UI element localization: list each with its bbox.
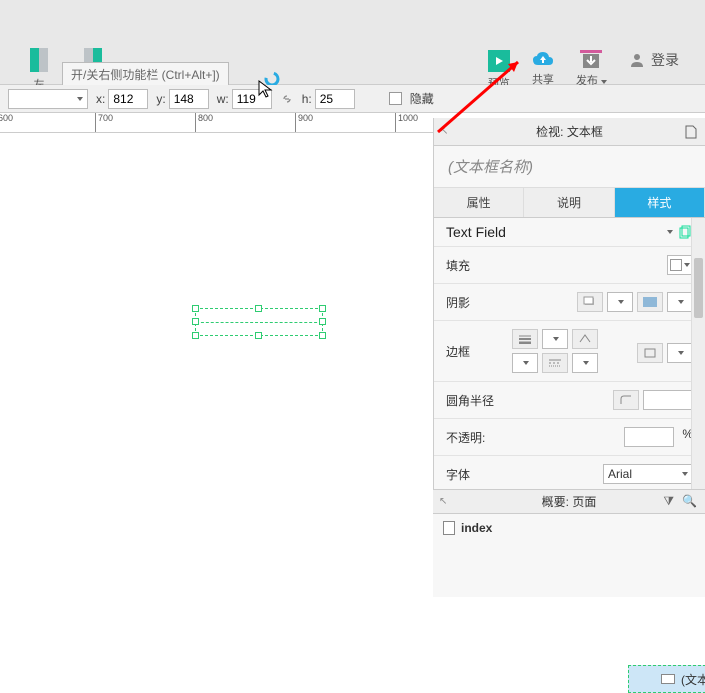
border-color-select[interactable] bbox=[512, 353, 538, 373]
border-color-button[interactable] bbox=[572, 329, 598, 349]
resize-handle[interactable] bbox=[319, 318, 326, 325]
border-style-select[interactable] bbox=[572, 353, 598, 373]
resize-handle[interactable] bbox=[255, 305, 262, 312]
hidden-checkbox[interactable] bbox=[389, 92, 402, 105]
outer-shadow-button[interactable] bbox=[577, 292, 603, 312]
chevron-down-icon[interactable] bbox=[667, 230, 673, 234]
tooltip: 开/关右侧功能栏 (Ctrl+Alt+]) bbox=[62, 62, 229, 87]
scroll-thumb[interactable] bbox=[694, 258, 703, 318]
h-input[interactable] bbox=[315, 89, 355, 109]
outer-shadow-color[interactable] bbox=[607, 292, 633, 312]
opacity-input[interactable] bbox=[624, 427, 674, 447]
publish-button[interactable]: 发布 bbox=[576, 50, 607, 88]
top-toolbar: 左 右 开/关右侧功能栏 (Ctrl+Alt+]) 预览 共享 bbox=[0, 0, 705, 85]
w-label: w: bbox=[217, 92, 229, 106]
radius-label: 圆角半径 bbox=[446, 392, 502, 409]
share-button[interactable]: 共享 bbox=[532, 50, 554, 87]
link-wh-icon[interactable] bbox=[280, 92, 294, 106]
resize-handle[interactable] bbox=[192, 332, 199, 339]
inner-shadow-color[interactable] bbox=[667, 292, 693, 312]
radius-button[interactable] bbox=[613, 390, 639, 410]
cloud-icon bbox=[532, 52, 554, 68]
font-label: 字体 bbox=[446, 466, 502, 483]
inspector-panel: ↖ 检视: 文本框 (文本框名称) 属性 说明 样式 Text Field 填充… bbox=[433, 118, 705, 597]
cursor-icon bbox=[258, 80, 274, 103]
download-icon bbox=[580, 50, 602, 69]
inspector-tabs: 属性 说明 样式 bbox=[434, 188, 705, 218]
filter-icon[interactable]: ⧩ bbox=[663, 494, 674, 509]
resize-handle[interactable] bbox=[255, 332, 262, 339]
page-icon bbox=[443, 521, 455, 535]
font-select[interactable]: Arial bbox=[603, 464, 693, 484]
border-label: 边框 bbox=[446, 343, 502, 360]
tab-style[interactable]: 样式 bbox=[615, 188, 705, 217]
resize-arrow-icon[interactable]: ↖ bbox=[439, 496, 447, 507]
x-input[interactable] bbox=[108, 89, 148, 109]
x-label: x: bbox=[96, 92, 105, 106]
tab-notes[interactable]: 说明 bbox=[524, 188, 614, 217]
h-label: h: bbox=[302, 92, 312, 106]
tree-item-row[interactable]: (文本框) bbox=[628, 665, 705, 693]
border-width-select[interactable] bbox=[542, 329, 568, 349]
opacity-label: 不透明: bbox=[446, 429, 502, 446]
tab-properties[interactable]: 属性 bbox=[434, 188, 524, 217]
inner-shadow-button[interactable] bbox=[637, 292, 663, 312]
user-icon bbox=[629, 52, 645, 68]
outline-header: ↖ 概要: 页面 ⧩ 🔍 bbox=[433, 490, 705, 514]
hidden-label: 隐藏 bbox=[410, 90, 434, 107]
resize-handle[interactable] bbox=[319, 305, 326, 312]
resize-handle[interactable] bbox=[192, 305, 199, 312]
canvas[interactable] bbox=[0, 133, 433, 597]
resize-handle[interactable] bbox=[192, 318, 199, 325]
border-visibility-button[interactable] bbox=[637, 343, 663, 363]
panel-left-icon bbox=[30, 48, 48, 72]
y-input[interactable] bbox=[169, 89, 209, 109]
page-icon[interactable] bbox=[685, 125, 697, 139]
selected-textfield[interactable] bbox=[195, 308, 323, 336]
play-icon bbox=[488, 50, 510, 72]
border-width-button[interactable] bbox=[512, 329, 538, 349]
resize-arrow-icon[interactable]: ↖ bbox=[440, 126, 448, 137]
widget-type-label: Text Field bbox=[446, 224, 667, 240]
outline-tree: index (文本框) bbox=[433, 514, 705, 542]
border-style-button[interactable] bbox=[542, 353, 568, 373]
y-label: y: bbox=[156, 92, 165, 106]
fill-color-swatch[interactable] bbox=[667, 255, 693, 275]
radius-input[interactable] bbox=[643, 390, 693, 410]
style-preset-select[interactable] bbox=[8, 89, 88, 109]
widget-name-input[interactable]: (文本框名称) bbox=[434, 146, 705, 188]
inspector-header: ↖ 检视: 文本框 bbox=[434, 118, 705, 146]
resize-handle[interactable] bbox=[319, 332, 326, 339]
tree-page-row[interactable]: index bbox=[433, 518, 705, 538]
fill-label: 填充 bbox=[446, 257, 502, 274]
property-bar: x: y: w: h: 隐藏 bbox=[0, 85, 705, 113]
shadow-label: 阴影 bbox=[446, 294, 502, 311]
border-visibility-select[interactable] bbox=[667, 343, 693, 363]
login-button[interactable]: 登录 bbox=[629, 50, 679, 70]
outline-panel: ↖ 概要: 页面 ⧩ 🔍 index (文本框) bbox=[433, 489, 705, 597]
textfield-icon bbox=[661, 674, 675, 684]
search-icon[interactable]: 🔍 bbox=[682, 494, 697, 509]
